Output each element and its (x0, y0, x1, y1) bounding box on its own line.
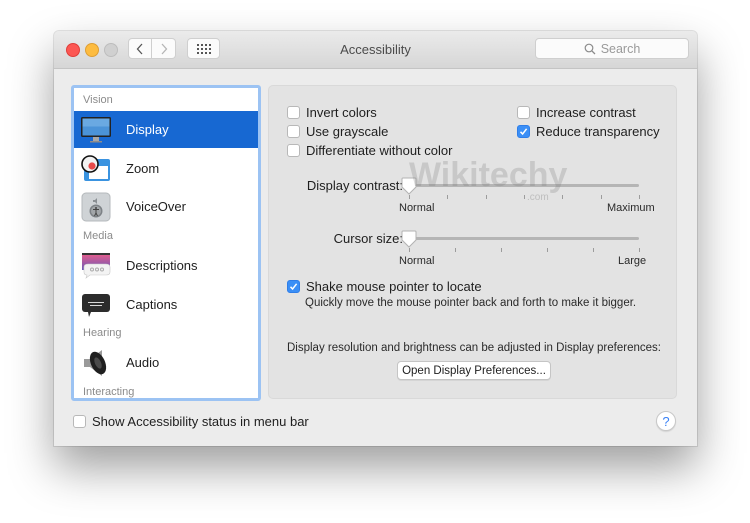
sidebar-item-label: Display (126, 122, 169, 137)
slider-tick (562, 195, 564, 199)
open-display-preferences-button[interactable]: Open Display Preferences... (397, 361, 551, 380)
slider-track[interactable] (409, 184, 639, 187)
category-sidebar[interactable]: Vision Display Zoom VoiceOver Media Desc… (71, 85, 261, 401)
slider-tick (409, 248, 410, 252)
search-field[interactable]: Search (535, 38, 689, 59)
sidebar-item-audio[interactable]: Audio (74, 344, 258, 381)
shake-mouse-pointer-checkbox[interactable]: Shake mouse pointer to locate (287, 279, 482, 294)
slider-tick (547, 248, 548, 252)
use-grayscale-checkbox[interactable]: Use grayscale (287, 124, 388, 139)
checkbox-box[interactable] (287, 125, 300, 138)
slider-tick (455, 248, 456, 252)
show-status-in-menu-bar-checkbox[interactable]: Show Accessibility status in menu bar (73, 414, 309, 429)
sidebar-item-zoom[interactable]: Zoom (74, 150, 258, 187)
slider-tick (485, 195, 487, 199)
sidebar-item-voiceover[interactable]: VoiceOver (74, 188, 258, 225)
sidebar-item-display[interactable]: Display (74, 111, 258, 148)
help-button[interactable]: ? (656, 411, 676, 431)
display-contrast-min-label: Normal (399, 202, 435, 214)
sidebar-item-label: Audio (126, 355, 160, 370)
sidebar-item-captions[interactable]: Captions (74, 286, 258, 323)
checkbox-label: Reduce transparency (536, 124, 660, 139)
checkbox-label: Invert colors (306, 105, 377, 120)
magnifier-icon (584, 43, 596, 54)
reduce-transparency-checkbox[interactable]: Reduce transparency (517, 124, 660, 139)
cursor-size-min-label: Normal (399, 255, 435, 267)
question-mark-icon: ? (662, 413, 670, 429)
slider-tick (501, 248, 502, 252)
speaker-icon (80, 348, 112, 378)
invert-colors-checkbox[interactable]: Invert colors (287, 105, 377, 120)
zoom-icon (80, 154, 112, 184)
section-label-media: Media (83, 230, 113, 242)
accessibility-window: Accessibility Search Vision Display Zoom… (54, 31, 697, 446)
descriptions-icon (80, 251, 112, 281)
slider-tick (600, 195, 602, 199)
cursor-size-label: Cursor size: (333, 231, 403, 246)
slider-tick (639, 248, 640, 252)
cursor-size-max-label: Large (618, 255, 647, 267)
checkbox-box[interactable] (517, 125, 530, 138)
checkmark-icon (289, 283, 298, 291)
checkbox-box[interactable] (73, 415, 86, 428)
search-placeholder: Search (600, 41, 641, 56)
slider-tick (524, 195, 525, 199)
differentiate-without-color-checkbox[interactable]: Differentiate without color (287, 143, 452, 158)
monitor-icon (80, 115, 112, 145)
voiceover-icon (80, 192, 112, 222)
section-label-interacting: Interacting (83, 386, 135, 398)
checkbox-label: Shake mouse pointer to locate (306, 279, 482, 294)
slider-thumb[interactable] (401, 230, 417, 248)
captions-icon (80, 290, 112, 320)
checkbox-label: Increase contrast (536, 105, 636, 120)
sidebar-item-label: Descriptions (126, 258, 198, 273)
display-contrast-max-label: Maximum (607, 202, 655, 214)
checkbox-box[interactable] (287, 106, 300, 119)
sidebar-item-label: Captions (126, 297, 178, 312)
checkbox-label: Use grayscale (306, 124, 389, 139)
increase-contrast-checkbox[interactable]: Increase contrast (517, 105, 636, 120)
display-resolution-note: Display resolution and brightness can be… (287, 342, 661, 354)
checkbox-box[interactable] (287, 280, 300, 293)
display-contrast-label: Display contrast: (306, 178, 403, 193)
section-label-vision: Vision (83, 94, 113, 106)
display-settings-panel: Invert colors Use grayscale Differentiat… (268, 85, 677, 399)
sidebar-item-label: Zoom (126, 161, 160, 176)
checkbox-label: Show Accessibility status in menu bar (92, 414, 309, 429)
slider-thumb[interactable] (401, 177, 417, 195)
checkbox-box[interactable] (517, 106, 530, 119)
slider-track[interactable] (409, 237, 639, 240)
slider-tick (447, 195, 449, 199)
checkbox-box[interactable] (287, 144, 300, 157)
shake-pointer-description: Quickly move the mouse pointer back and … (305, 297, 637, 309)
sidebar-item-descriptions[interactable]: Descriptions (74, 247, 258, 284)
sidebar-item-label: VoiceOver (126, 199, 186, 214)
slider-tick (639, 195, 640, 199)
checkmark-icon (519, 128, 528, 136)
title-bar: Accessibility Search (54, 31, 697, 69)
checkbox-label: Differentiate without color (306, 143, 453, 158)
slider-tick (593, 248, 594, 252)
section-label-hearing: Hearing (83, 327, 122, 339)
slider-tick (409, 195, 410, 199)
